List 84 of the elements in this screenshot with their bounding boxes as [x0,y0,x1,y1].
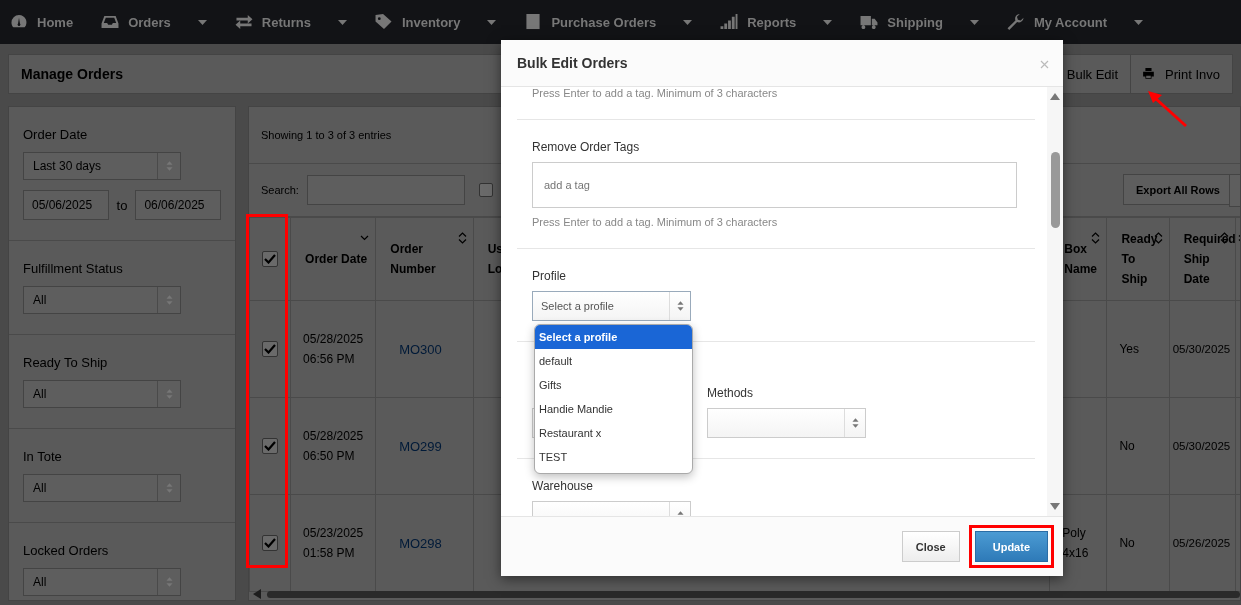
bar-chart-icon [720,14,739,30]
filter-label: Fulfillment Status [23,261,124,276]
order-link[interactable]: MO300 [376,341,473,357]
select-field[interactable]: Select a profile [532,291,691,321]
field-label: Methods [707,386,755,400]
table-cell-text: No [1118,535,1136,552]
date-field[interactable]: 05/06/2025 [23,190,109,220]
table-cell-text: No [1118,438,1136,455]
table-cell-text: 05/26/2025 [1171,536,1231,551]
scrollbar-thumb[interactable] [267,590,1240,598]
select-field[interactable] [707,408,866,438]
table-cell-text: 05/28/2025 06:56 PM [302,331,365,368]
updown-arrow-icon [165,161,173,171]
nav-menu-item[interactable]: Reports [720,14,833,30]
filter-label: Ready To Ship [23,355,109,370]
nav-menu-item[interactable]: Orders [101,14,207,30]
filter-select[interactable]: Last 30 days [23,152,181,180]
entries-info: Showing 1 to 3 of 3 entries [261,129,392,141]
filter-label: In Tote [23,449,63,464]
filter-select[interactable]: All [23,286,181,314]
column-header[interactable]: Order Date [290,217,376,301]
scroll-down-icon [1050,503,1060,510]
filter-select[interactable]: All [23,568,181,596]
date-field[interactable]: 06/06/2025 [135,190,221,220]
modal-title: Bulk Edit Orders [517,55,628,71]
table-cell-text: 05/28/2025 06:50 PM [302,428,365,465]
gauge-icon [10,14,28,30]
checkbox[interactable] [262,535,279,551]
tag-input-field[interactable]: add a tag [532,162,1017,208]
updown-arrow-icon [165,483,173,493]
nav-menu-item[interactable]: Inventory [374,14,497,30]
checkbox[interactable] [262,251,279,267]
table-cell-text: 05/30/2025 [1171,439,1231,454]
table-cell-text: Yes [1118,341,1141,358]
document-icon [524,14,543,30]
nav-menu-item[interactable]: Purchase Orders [524,14,693,30]
filter-label: Locked Orders [23,543,110,558]
updown-arrow-icon [165,295,173,305]
filter-label: Order Date [23,127,89,142]
search-field[interactable] [306,175,465,205]
order-link[interactable]: MO298 [376,535,473,551]
updown-arrow-icon [165,577,173,587]
truck-icon [860,14,879,30]
table-cell-text: 05/30/2025 [1171,342,1231,357]
help-text: Press Enter to add a tag. Minimum of 3 characters [532,87,779,99]
field-label: Profile [532,269,567,283]
nav-menu-item[interactable]: Returns [234,14,347,30]
swap-arrows-icon [234,14,253,30]
dropdown-option[interactable]: Select a profile [535,325,692,349]
updown-arrow-icon [851,418,859,428]
column-header[interactable]: Ready To Ship [1106,217,1170,301]
scroll-left-icon [253,589,261,599]
help-text: Press Enter to add a tag. Minimum of 3 characters [532,216,779,228]
update-button[interactable]: Update [974,531,1048,562]
updown-arrow-icon [676,301,684,311]
dropdown-option[interactable]: default [535,349,692,373]
updown-arrow-icon [165,389,173,399]
table-cell-text: 05/23/2025 01:58 PM [302,525,365,562]
checkbox[interactable] [262,438,279,454]
checkbox[interactable] [478,183,493,197]
dropdown-option[interactable]: Restaurant x [535,421,692,445]
table-cell-text: Poly 4x16 [1061,525,1090,562]
scrollbar-thumb[interactable] [1050,152,1060,228]
field-label: Warehouse [532,479,594,493]
filter-select[interactable]: All [23,474,181,502]
inbox-icon [101,14,120,30]
field-label: Remove Order Tags [532,140,641,154]
column-header[interactable]: Order Number [375,217,474,301]
dropdown-option[interactable]: TEST [535,445,692,469]
checkbox[interactable] [262,341,279,357]
page-title: Manage Orders [21,66,123,82]
close-button[interactable]: Close [901,531,960,562]
nav-menu-item[interactable]: My Account [1006,14,1144,30]
dropdown-option[interactable]: Handie Mandie [535,397,692,421]
column-header[interactable]: Required Ship Date [1169,217,1236,301]
nav-menu-item[interactable]: Shipping [860,14,979,30]
tag-icon [374,14,393,30]
filter-select[interactable]: All [23,380,181,408]
order-link[interactable]: MO299 [376,438,473,454]
dropdown-option[interactable]: Gifts [535,373,692,397]
wrench-icon [1006,14,1025,30]
range-separator: to [116,197,128,213]
search-label: Search: [261,184,299,196]
nav-menu-item[interactable]: Home [10,14,74,30]
